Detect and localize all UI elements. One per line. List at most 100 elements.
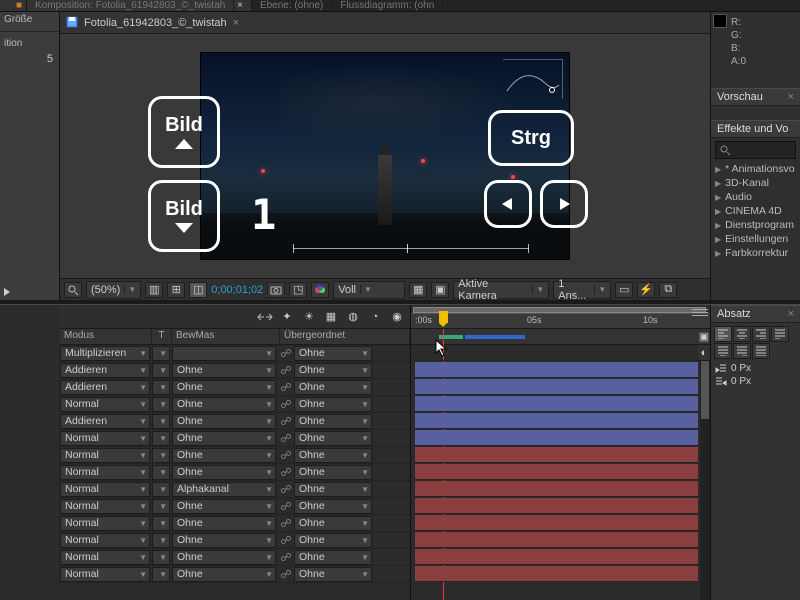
layer-bar[interactable] — [415, 515, 698, 531]
switch-icon[interactable] — [256, 308, 274, 326]
blend-mode-combo[interactable]: Normal▼ — [60, 533, 150, 548]
channel-icon[interactable] — [311, 282, 329, 298]
t-toggle[interactable]: ▼ — [152, 550, 170, 565]
t-toggle[interactable]: ▼ — [152, 414, 170, 429]
fx-category[interactable]: ▶Dienstprogram — [711, 218, 800, 232]
blend-mode-combo[interactable]: Normal▼ — [60, 397, 150, 412]
snapshot-icon[interactable] — [267, 282, 285, 298]
trkmat-combo[interactable]: Ohne▼ — [172, 567, 276, 582]
layer-row[interactable]: Normal▼▼Ohne▼☍Ohne▼ — [60, 549, 410, 566]
indent-right[interactable]: 0 Px — [711, 375, 800, 388]
timecode[interactable]: 0;00;01;02 — [211, 284, 263, 296]
trkmat-combo[interactable]: Ohne▼ — [172, 499, 276, 514]
layer-bar[interactable] — [415, 464, 698, 480]
checker-icon[interactable]: ▦ — [322, 308, 340, 326]
t-toggle[interactable]: ▼ — [152, 465, 170, 480]
layer-row[interactable]: Multiplizieren▼▼▼☍Ohne▼ — [60, 345, 410, 362]
layer-row[interactable]: Normal▼▼Ohne▼☍Ohne▼ — [60, 430, 410, 447]
magnify-icon[interactable] — [64, 282, 82, 298]
layer-row[interactable]: Normal▼▼Ohne▼☍Ohne▼ — [60, 498, 410, 515]
trkmat-combo[interactable]: Ohne▼ — [172, 448, 276, 463]
t-toggle[interactable]: ▼ — [152, 380, 170, 395]
trkmat-combo[interactable]: Alphakanal▼ — [172, 482, 276, 497]
col-bewmas[interactable]: BewMas — [172, 329, 280, 344]
effekte-header[interactable]: Effekte und Vo — [711, 120, 800, 138]
layer-row[interactable]: Addieren▼▼Ohne▼☍Ohne▼ — [60, 362, 410, 379]
blend-mode-combo[interactable]: Normal▼ — [60, 448, 150, 463]
current-time-indicator[interactable] — [439, 311, 448, 323]
trkmat-combo[interactable]: Ohne▼ — [172, 431, 276, 446]
effects-search[interactable] — [715, 141, 796, 159]
parent-combo[interactable]: Ohne▼ — [294, 448, 372, 463]
sparkle-icon[interactable]: ✦ — [278, 308, 296, 326]
parent-pickwhip-icon[interactable]: ☍ — [278, 483, 294, 496]
tab-fluss[interactable]: Flussdiagramm: (ohn — [332, 0, 443, 11]
zoom-combo[interactable]: (50%)▼ — [86, 281, 141, 299]
align-left-icon[interactable] — [714, 326, 732, 342]
align-center-icon[interactable] — [733, 326, 751, 342]
time-ruler[interactable]: :00s 05s 10s — [411, 305, 710, 329]
justify-all-icon[interactable] — [752, 343, 770, 359]
layer-bar[interactable] — [415, 396, 698, 412]
layer-row[interactable]: Normal▼▼Ohne▼☍Ohne▼ — [60, 566, 410, 583]
layer-row[interactable]: Normal▼▼Ohne▼☍Ohne▼ — [60, 515, 410, 532]
comp-close[interactable]: × — [233, 17, 239, 29]
trkmat-combo[interactable]: Ohne▼ — [172, 380, 276, 395]
parent-pickwhip-icon[interactable]: ☍ — [278, 432, 294, 445]
res-combo[interactable]: Voll▼ — [333, 281, 405, 299]
fx-category[interactable]: ▶CINEMA 4D — [711, 204, 800, 218]
parent-combo[interactable]: Ohne▼ — [294, 431, 372, 446]
toggle-transparency-icon[interactable]: ▦ — [409, 282, 427, 298]
t-toggle[interactable]: ▼ — [152, 516, 170, 531]
graph-icon[interactable]: ◔ — [366, 308, 384, 326]
layer-bar[interactable] — [415, 532, 698, 548]
fx-category[interactable]: ▶Audio — [711, 190, 800, 204]
parent-combo[interactable]: Ohne▼ — [294, 380, 372, 395]
parent-pickwhip-icon[interactable]: ☍ — [278, 364, 294, 377]
parent-combo[interactable]: Ohne▼ — [294, 567, 372, 582]
layer-row[interactable]: Normal▼▼Ohne▼☍Ohne▼ — [60, 396, 410, 413]
layer-bar[interactable] — [415, 362, 698, 378]
layer-row[interactable]: Normal▼▼Ohne▼☍Ohne▼ — [60, 464, 410, 481]
justify-last-left-icon[interactable] — [771, 326, 789, 342]
trkmat-combo[interactable]: Ohne▼ — [172, 550, 276, 565]
toggle-guides-icon[interactable]: ▣ — [431, 282, 449, 298]
t-toggle[interactable]: ▼ — [152, 346, 170, 361]
expand-toggle[interactable] — [4, 288, 55, 296]
parent-combo[interactable]: Ohne▼ — [294, 533, 372, 548]
parent-combo[interactable]: Ohne▼ — [294, 397, 372, 412]
blend-mode-combo[interactable]: Normal▼ — [60, 431, 150, 446]
fx-category[interactable]: ▶Farbkorrektur — [711, 246, 800, 260]
t-toggle[interactable]: ▼ — [152, 567, 170, 582]
blend-mode-combo[interactable]: Normal▼ — [60, 499, 150, 514]
sun-icon[interactable]: ☀ — [300, 308, 318, 326]
v-scrollbar[interactable] — [700, 329, 710, 600]
vorschau-header[interactable]: Vorschau× — [711, 88, 800, 106]
trkmat-combo[interactable]: Ohne▼ — [172, 465, 276, 480]
parent-combo[interactable]: Ohne▼ — [294, 499, 372, 514]
parent-pickwhip-icon[interactable]: ☍ — [278, 568, 294, 581]
trkmat-combo[interactable]: Ohne▼ — [172, 533, 276, 548]
camera-combo[interactable]: Aktive Kamera▼ — [453, 281, 549, 299]
col-modus[interactable]: Modus — [60, 329, 152, 344]
trkmat-combo[interactable]: Ohne▼ — [172, 363, 276, 378]
parent-combo[interactable]: Ohne▼ — [294, 414, 372, 429]
parent-pickwhip-icon[interactable]: ☍ — [278, 466, 294, 479]
layer-bar[interactable] — [415, 498, 698, 514]
layer-row[interactable]: Normal▼▼Ohne▼☍Ohne▼ — [60, 447, 410, 464]
fx-category[interactable]: ▶3D-Kanal — [711, 176, 800, 190]
prop-value[interactable]: 5 — [0, 51, 59, 67]
t-toggle[interactable]: ▼ — [152, 533, 170, 548]
absatz-header[interactable]: Absatz× — [711, 305, 800, 323]
t-toggle[interactable]: ▼ — [152, 448, 170, 463]
timeline-icon[interactable]: ⧉ — [659, 282, 677, 298]
blend-mode-combo[interactable]: Addieren▼ — [60, 363, 150, 378]
blend-mode-combo[interactable]: Normal▼ — [60, 516, 150, 531]
blend-mode-combo[interactable]: Addieren▼ — [60, 380, 150, 395]
parent-combo[interactable]: Ohne▼ — [294, 550, 372, 565]
track-toggles[interactable]: ▣◐ — [698, 329, 710, 361]
blend-mode-combo[interactable]: Normal▼ — [60, 465, 150, 480]
effects-list[interactable]: ▶* Animationsvo▶3D-Kanal▶Audio▶CINEMA 4D… — [711, 162, 800, 300]
parent-combo[interactable]: Ohne▼ — [294, 363, 372, 378]
parent-pickwhip-icon[interactable]: ☍ — [278, 517, 294, 530]
